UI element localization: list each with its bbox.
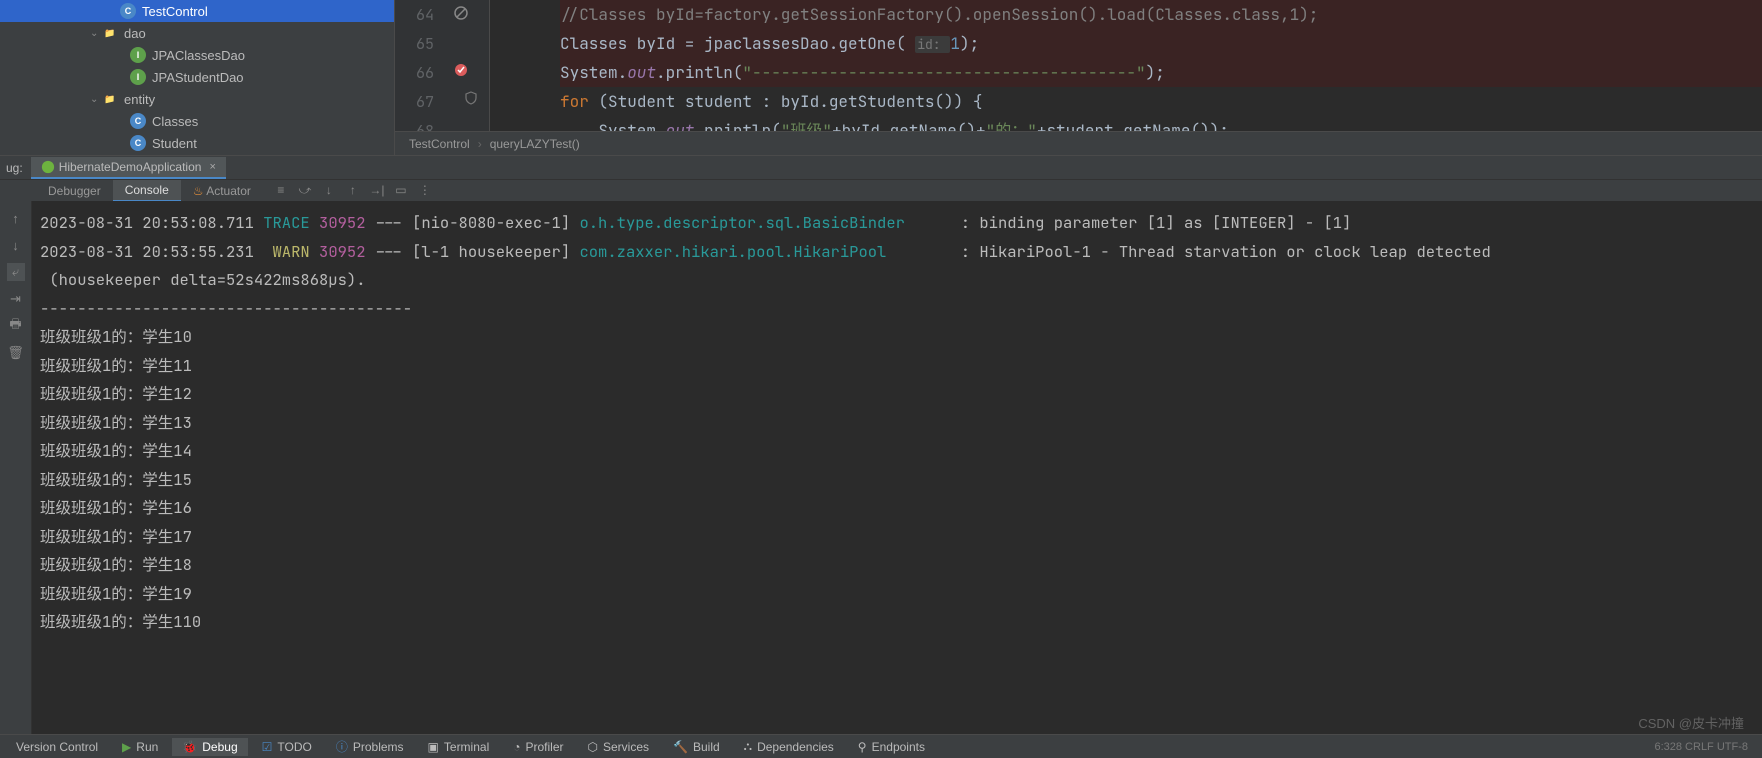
run-tab-app[interactable]: HibernateDemoApplication × <box>31 157 226 179</box>
editor[interactable]: 6465666768 //Classes byId=factory.getSes… <box>395 0 1762 155</box>
project-tree[interactable]: CTestControl⌄📁daoIJPAClassesDaoIJPAStude… <box>0 0 395 155</box>
run-tab-bar: ug: HibernateDemoApplication × <box>0 155 1762 179</box>
step-over-icon[interactable]: ⤻ <box>297 183 313 198</box>
chevron-down-icon: ⌄ <box>90 28 102 39</box>
tree-item-student[interactable]: C Student <box>0 132 394 154</box>
tree-label: Classes <box>152 114 198 129</box>
btn-run[interactable]: ▶Run <box>112 738 168 756</box>
class-icon: C <box>120 3 136 19</box>
class-icon: C <box>130 113 146 129</box>
tree-item-jpaclassesdao[interactable]: I JPAClassesDao <box>0 44 394 66</box>
tree-label: JPAClassesDao <box>152 48 245 63</box>
btn-endpoints[interactable]: ⚲Endpoints <box>848 738 935 756</box>
breakpoint-icon[interactable] <box>453 62 469 78</box>
tree-label: Student <box>152 136 197 151</box>
interface-icon: I <box>130 47 146 63</box>
folder-icon: 📁 <box>102 91 118 107</box>
no-entry-icon <box>453 5 469 21</box>
tree-item-testcontrol[interactable]: C TestControl <box>0 0 394 22</box>
breadcrumb[interactable]: TestControl › queryLAZYTest() <box>395 131 1762 155</box>
line-number[interactable]: 66 <box>416 58 434 87</box>
list-icon[interactable]: ≡ <box>273 183 289 198</box>
tree-label: JPAStudentDao <box>152 70 244 85</box>
code-area[interactable]: //Classes byId=factory.getSessionFactory… <box>490 0 1762 131</box>
print-icon[interactable]: 🖶 <box>7 317 25 335</box>
tree-label: TestControl <box>142 4 208 19</box>
status-right: 6:328 CRLF UTF-8 <box>1654 741 1756 753</box>
frames-icon[interactable]: ▭ <box>393 183 409 198</box>
step-into-icon[interactable]: ↓ <box>321 183 337 198</box>
run-label: ug: <box>4 161 31 175</box>
more-icon[interactable]: ⋮ <box>417 183 433 198</box>
interface-icon: I <box>130 69 146 85</box>
scroll-end-icon[interactable]: ⇥ <box>7 290 25 308</box>
btn-todo[interactable]: ☑TODO <box>252 738 322 756</box>
tree-item-entity[interactable]: ⌄📁 entity <box>0 88 394 110</box>
btn-profiler[interactable]: ◔Profiler <box>503 738 573 756</box>
soft-wrap-icon[interactable]: ⤶ <box>7 263 25 281</box>
code-line-64: //Classes byId=factory.getSessionFactory… <box>560 4 1318 25</box>
tree-item-jpastudentdao[interactable]: I JPAStudentDao <box>0 66 394 88</box>
bottom-tool-bar: Version Control ▶Run 🐞Debug ☑TODO ⓘProbl… <box>0 734 1762 758</box>
btn-dependencies[interactable]: ⛬Dependencies <box>734 737 844 756</box>
tree-label: dao <box>124 26 146 41</box>
down-icon[interactable]: ↓ <box>7 236 25 254</box>
btn-services[interactable]: ⬡Services <box>578 738 660 756</box>
tab-debugger[interactable]: Debugger <box>36 181 113 201</box>
chevron-down-icon: ⌄ <box>90 94 102 105</box>
run-to-cursor-icon[interactable]: →| <box>369 183 385 198</box>
step-out-icon[interactable]: ↑ <box>345 183 361 198</box>
btn-version-control[interactable]: Version Control <box>6 738 108 756</box>
shield-icon <box>463 90 479 106</box>
tree-item-classes[interactable]: C Classes <box>0 110 394 132</box>
watermark: CSDN @皮卡冲撞 <box>1638 713 1744 732</box>
breadcrumb-method[interactable]: queryLAZYTest() <box>486 137 584 151</box>
close-icon[interactable]: × <box>209 161 215 173</box>
chevron-right-icon: › <box>474 137 486 151</box>
line-number[interactable]: 65 <box>416 29 434 58</box>
line-number[interactable]: 64 <box>416 0 434 29</box>
btn-problems[interactable]: ⓘProblems <box>326 736 414 757</box>
tab-console[interactable]: Console <box>113 180 181 201</box>
clear-icon[interactable]: 🗑 <box>7 344 25 362</box>
class-icon: C <box>130 135 146 151</box>
folder-icon: 📁 <box>102 25 118 41</box>
debug-tool-tabs: Debugger Console ♨ Actuator ≡ ⤻ ↓ ↑ →| ▭… <box>0 179 1762 201</box>
line-number[interactable]: 67 <box>416 87 434 116</box>
tab-actuator[interactable]: ♨ Actuator <box>181 181 263 201</box>
btn-terminal[interactable]: ▣Terminal <box>418 738 500 756</box>
up-icon[interactable]: ↑ <box>7 209 25 227</box>
breadcrumb-class[interactable]: TestControl <box>405 137 474 151</box>
spring-icon <box>41 160 55 174</box>
line-number[interactable]: 68 <box>416 116 434 131</box>
btn-debug[interactable]: 🐞Debug <box>172 738 247 756</box>
console-toolbar: ↑ ↓ ⤶ ⇥ 🖶 🗑 <box>0 201 32 734</box>
tree-label: entity <box>124 92 155 107</box>
console-output[interactable]: 2023-08-31 20:53:08.711 TRACE 30952 --- … <box>32 201 1762 734</box>
editor-gutter: 6465666768 <box>395 0 490 131</box>
tree-item-hibernatedemoapplication[interactable]: ⬤HibernateDemoApplication <box>0 154 394 155</box>
btn-build[interactable]: 🔨Build <box>663 738 730 756</box>
tree-item-dao[interactable]: ⌄📁 dao <box>0 22 394 44</box>
